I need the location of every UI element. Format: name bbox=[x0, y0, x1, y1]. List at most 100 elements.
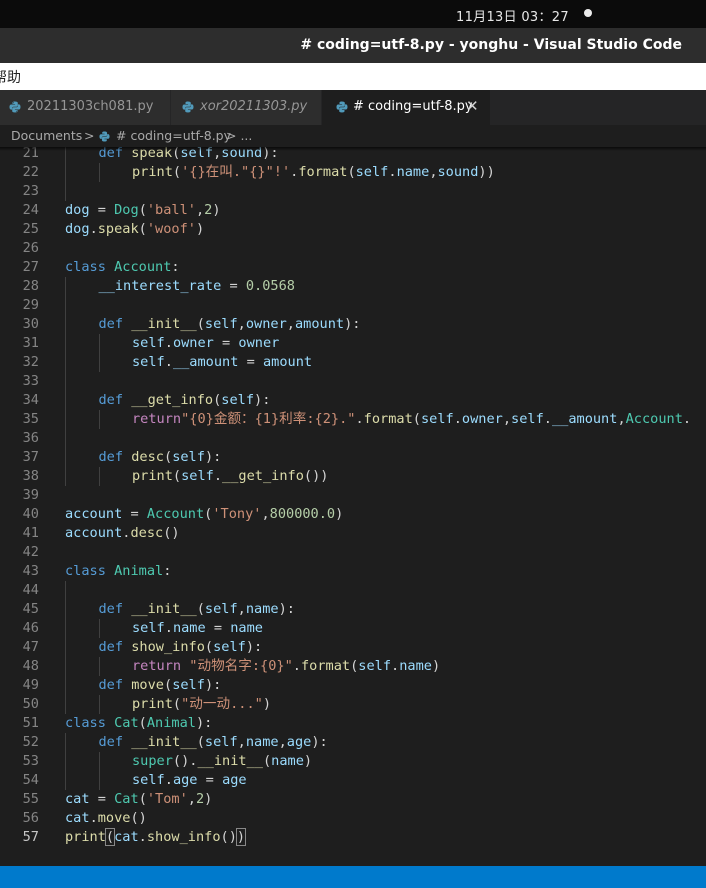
code-token: ( bbox=[204, 639, 214, 655]
code-token: . bbox=[453, 411, 462, 427]
code-line[interactable]: 24 dog = Dog('ball',2) bbox=[0, 201, 706, 220]
code-line[interactable]: 47 def show_info(self): bbox=[0, 638, 706, 657]
indent-guide bbox=[65, 182, 66, 201]
code-token: () bbox=[220, 829, 237, 845]
code-token: name bbox=[245, 734, 279, 750]
code-token: , bbox=[195, 202, 205, 218]
indent-guide bbox=[65, 467, 66, 486]
line-number: 39 bbox=[22, 487, 39, 503]
code-token: ) bbox=[303, 753, 313, 769]
code-token: sound bbox=[437, 164, 479, 180]
code-line[interactable]: 45 def __init__(self,name): bbox=[0, 600, 706, 619]
code-line[interactable]: 57 print(cat.show_info()) bbox=[0, 828, 706, 847]
code-token: return bbox=[132, 411, 182, 427]
code-line[interactable]: 55 cat = Cat('Tom',2) bbox=[0, 790, 706, 809]
code-line[interactable]: 27 class Account: bbox=[0, 258, 706, 277]
code-text: def show_info(self): bbox=[99, 638, 263, 657]
code-text: class Account: bbox=[65, 258, 180, 277]
code-token: print bbox=[132, 696, 173, 712]
code-token: self bbox=[213, 639, 246, 655]
line-number: 52 bbox=[22, 734, 39, 750]
line-number: 56 bbox=[22, 810, 39, 826]
code-token: def bbox=[98, 601, 124, 617]
code-line[interactable]: 54 self.age = age bbox=[0, 771, 706, 790]
window-title-bar[interactable]: # coding=utf-8.py - yonghu - Visual Stud… bbox=[0, 28, 706, 63]
code-line[interactable]: 48 return "动物名字:{0}".format(self.name) bbox=[0, 657, 706, 676]
code-line[interactable]: 25 dog.speak('woof') bbox=[0, 220, 706, 239]
code-line[interactable]: 50 print("动一动...") bbox=[0, 695, 706, 714]
breadcrumb-file[interactable]: # coding=utf-8.py bbox=[116, 128, 231, 143]
code-text: self.age = age bbox=[132, 771, 247, 790]
code-line[interactable]: 40 account = Account('Tony',800000.0) bbox=[0, 505, 706, 524]
python-icon bbox=[182, 101, 194, 117]
code-line[interactable]: 52 def __init__(self,name,age): bbox=[0, 733, 706, 752]
code-line[interactable]: 43 class Animal: bbox=[0, 562, 706, 581]
indent-guide bbox=[65, 296, 66, 315]
code-line[interactable]: 46 self.name = name bbox=[0, 619, 706, 638]
code-line[interactable]: 22 print('{}在叫."{}"!'.format(self.name,so… bbox=[0, 163, 706, 182]
code-token: ) bbox=[195, 221, 205, 237]
breadcrumb-more[interactable]: > ... bbox=[226, 128, 252, 143]
code-token: show_info bbox=[131, 639, 205, 655]
tab-20211303ch081[interactable]: 20211303ch081.py bbox=[0, 90, 170, 125]
code-token: print bbox=[65, 829, 106, 845]
code-line[interactable]: 35 return"{0}金额：{1}利率:{2}.".format(self.o… bbox=[0, 410, 706, 429]
code-line[interactable]: 30 def __init__(self,owner,amount): bbox=[0, 315, 706, 334]
code-line[interactable]: 32 self.__amount = amount bbox=[0, 353, 706, 372]
code-line[interactable]: 37 def desc(self): bbox=[0, 448, 706, 467]
code-text: print(cat.show_info()) bbox=[65, 828, 247, 847]
code-line[interactable]: 31 self.owner = owner bbox=[0, 334, 706, 353]
code-token: , bbox=[237, 601, 246, 617]
line-number: 41 bbox=[22, 525, 39, 541]
code-line[interactable]: 56 cat.move() bbox=[0, 809, 706, 828]
code-line[interactable]: 28 __interest_rate = 0.0568 bbox=[0, 277, 706, 296]
code-token: self bbox=[181, 468, 214, 484]
tab-coding-utf8[interactable]: # coding=utf-8.py ✕ bbox=[322, 90, 490, 125]
code-line[interactable]: 41 account.desc() bbox=[0, 524, 706, 543]
code-token: , bbox=[187, 791, 196, 807]
code-line[interactable]: 26 bbox=[0, 239, 706, 258]
status-bar[interactable] bbox=[0, 866, 706, 888]
code-line[interactable]: 49 def move(self): bbox=[0, 676, 706, 695]
indent-guide bbox=[65, 600, 66, 619]
code-token: format bbox=[363, 411, 413, 427]
code-token: (). bbox=[172, 753, 198, 769]
code-text: dog.speak('woof') bbox=[65, 220, 204, 239]
code-token: . bbox=[543, 411, 552, 427]
code-token: Account bbox=[114, 259, 172, 275]
code-text: return"{0}金额：{1}利率:{2}.".format(self.own… bbox=[132, 410, 691, 429]
code-token: ( bbox=[138, 221, 147, 237]
code-line[interactable]: 36 bbox=[0, 429, 706, 448]
close-icon[interactable]: ✕ bbox=[466, 97, 479, 115]
code-token: = bbox=[221, 278, 246, 294]
breadcrumb-separator: > bbox=[84, 128, 95, 143]
code-line[interactable]: 39 bbox=[0, 486, 706, 505]
code-text: account.desc() bbox=[65, 524, 180, 543]
code-line[interactable]: 34 def __get_info(self): bbox=[0, 391, 706, 410]
tab-xor20211303[interactable]: xor20211303.py bbox=[171, 90, 321, 125]
breadcrumb-folder[interactable]: Documents bbox=[11, 128, 82, 143]
indent-guide bbox=[65, 771, 66, 790]
line-number: 26 bbox=[22, 240, 39, 256]
code-line[interactable]: 51 class Cat(Animal): bbox=[0, 714, 706, 733]
code-line[interactable]: 23 bbox=[0, 182, 706, 201]
menu-item-help[interactable]: 帮助 bbox=[0, 67, 21, 87]
code-token: ): bbox=[245, 639, 263, 655]
system-clock[interactable]: 11月13日 03：27 bbox=[456, 6, 569, 25]
code-token: name bbox=[230, 620, 263, 636]
code-token: "动一动..." bbox=[181, 696, 263, 712]
code-token: ( bbox=[347, 164, 356, 180]
code-token: owner bbox=[461, 411, 503, 427]
code-editor[interactable]: 21 def speak(self,sound): 22 print('{}在叫."{… bbox=[0, 147, 706, 866]
code-line[interactable]: 29 bbox=[0, 296, 706, 315]
line-number: 44 bbox=[22, 582, 39, 598]
code-line[interactable]: 53 super().__init__(name) bbox=[0, 752, 706, 771]
code-token: ( bbox=[262, 753, 272, 769]
code-token: cat bbox=[65, 810, 90, 826]
code-token: Cat bbox=[114, 791, 139, 807]
code-line[interactable]: 38 print(self.__get_info()) bbox=[0, 467, 706, 486]
code-line[interactable]: 33 bbox=[0, 372, 706, 391]
line-number: 33 bbox=[22, 373, 39, 389]
code-line[interactable]: 42 bbox=[0, 543, 706, 562]
code-line[interactable]: 44 bbox=[0, 581, 706, 600]
